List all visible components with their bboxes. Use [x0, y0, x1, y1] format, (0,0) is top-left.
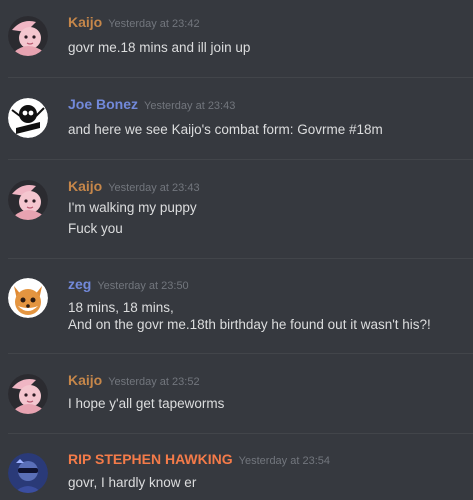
timestamp: Yesterday at 23:54	[238, 455, 330, 467]
message-divider	[8, 433, 473, 434]
message-text: Fuck you	[68, 221, 123, 236]
pink-character-avatar-icon[interactable]	[8, 374, 48, 414]
username[interactable]: RIP STEPHEN HAWKING	[68, 451, 233, 467]
message-text: I'm walking my puppy	[68, 200, 197, 215]
message-header: zeg Yesterday at 23:50	[68, 276, 189, 294]
message-text: And on the govr me.18th birthday he foun…	[68, 317, 431, 332]
timestamp: Yesterday at 23:50	[97, 280, 189, 292]
chat-messages: Kaijo Yesterday at 23:42 govr me.18 mins …	[0, 0, 473, 500]
username[interactable]: Kaijo	[68, 178, 102, 194]
username[interactable]: Joe Bonez	[68, 96, 138, 112]
sunglasses-person-avatar-icon[interactable]	[8, 453, 48, 493]
message-text: govr me.18 mins and ill join up	[68, 40, 251, 55]
message-text: govr, I hardly know er	[68, 475, 197, 490]
timestamp: Yesterday at 23:42	[108, 18, 200, 30]
skeleton-character-avatar-icon[interactable]	[8, 98, 48, 138]
timestamp: Yesterday at 23:43	[144, 100, 236, 112]
pink-character-avatar-icon[interactable]	[8, 16, 48, 56]
fox-avatar-icon[interactable]	[8, 278, 48, 318]
message-text: 18 mins, 18 mins,	[68, 300, 174, 315]
message-divider	[8, 159, 473, 160]
message-header: Kaijo Yesterday at 23:52	[68, 372, 200, 390]
message-header: RIP STEPHEN HAWKING Yesterday at 23:54	[68, 451, 330, 469]
message-divider	[8, 258, 473, 259]
timestamp: Yesterday at 23:43	[108, 182, 200, 194]
pink-character-avatar-icon[interactable]	[8, 180, 48, 220]
message-text: and here we see Kaijo's combat form: Gov…	[68, 122, 383, 137]
message-header: Kaijo Yesterday at 23:42	[68, 14, 200, 32]
message-text: I hope y'all get tapeworms	[68, 396, 225, 411]
username[interactable]: Kaijo	[68, 14, 102, 30]
message-header: Joe Bonez Yesterday at 23:43	[68, 96, 235, 114]
message-divider	[8, 353, 473, 354]
timestamp: Yesterday at 23:52	[108, 376, 200, 388]
message-header: Kaijo Yesterday at 23:43	[68, 178, 200, 196]
message-divider	[8, 77, 473, 78]
username[interactable]: Kaijo	[68, 372, 102, 388]
username[interactable]: zeg	[68, 276, 91, 292]
